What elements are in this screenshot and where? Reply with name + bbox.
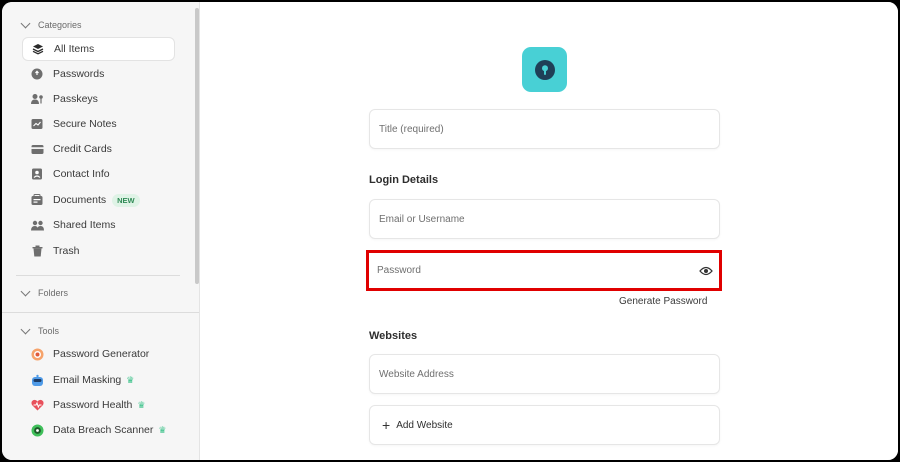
sidebar-item-all-items[interactable]: All Items: [22, 37, 175, 61]
layers-icon: [31, 42, 45, 56]
sidebar-item-label: All Items: [54, 43, 95, 55]
sidebar-item-password-generator[interactable]: Password Generator: [22, 342, 175, 366]
password-icon: [30, 67, 44, 81]
password-input[interactable]: Password: [366, 250, 722, 291]
breach-scanner-icon: [30, 423, 44, 437]
sidebar-divider: [2, 312, 199, 313]
sidebar-item-label: Trash: [53, 245, 80, 257]
shared-icon: [30, 218, 44, 232]
chevron-down-icon: [20, 18, 31, 29]
sidebar-item-label: Documents: [53, 194, 107, 206]
login-details-heading: Login Details: [369, 174, 439, 186]
sidebar-item-trash[interactable]: Trash: [22, 239, 175, 263]
sidebar: Categories All Items Passwords Passkeys: [2, 2, 200, 460]
sidebar-item-email-masking[interactable]: Email Masking ♛: [22, 368, 175, 392]
sidebar-item-credit-cards[interactable]: Credit Cards: [22, 137, 175, 161]
title-input[interactable]: Title (required): [369, 109, 720, 149]
sidebar-item-passwords[interactable]: Passwords: [22, 62, 175, 86]
crown-icon: ♛: [137, 399, 146, 410]
sidebar-divider: [16, 275, 180, 276]
sidebar-item-label: Passwords: [53, 68, 105, 80]
folders-header[interactable]: Folders: [20, 286, 68, 298]
sidebar-item-contact-info[interactable]: Contact Info: [22, 162, 175, 186]
sidebar-item-passkeys[interactable]: Passkeys: [22, 87, 175, 111]
sidebar-scrollbar[interactable]: [195, 8, 199, 284]
sidebar-item-label: Data Breach Scanner: [53, 424, 154, 436]
email-masking-icon: [30, 373, 44, 387]
item-editor: Title (required) Login Details Email or …: [200, 2, 898, 460]
sidebar-item-label: Password Generator: [53, 348, 150, 360]
contact-icon: [30, 167, 44, 181]
sidebar-item-label: Password Health: [53, 399, 133, 411]
password-health-icon: [30, 398, 44, 412]
crown-icon: ♛: [126, 374, 135, 385]
password-generator-icon: [30, 347, 44, 361]
eye-icon[interactable]: [699, 263, 713, 281]
website-placeholder: Website Address: [379, 368, 454, 380]
add-website-button[interactable]: + Add Website: [369, 405, 720, 445]
new-badge: NEW: [112, 193, 140, 207]
note-icon: [30, 117, 44, 131]
document-icon: [30, 193, 44, 207]
title-placeholder: Title (required): [379, 123, 444, 135]
app-window: Categories All Items Passwords Passkeys: [2, 2, 898, 460]
email-placeholder: Email or Username: [379, 213, 465, 225]
chevron-down-icon: [20, 286, 31, 297]
generate-password-button[interactable]: Generate Password: [619, 296, 707, 307]
sidebar-item-password-health[interactable]: Password Health ♛: [22, 393, 175, 417]
website-address-input[interactable]: Website Address: [369, 354, 720, 394]
sidebar-item-label: Email Masking: [53, 374, 122, 386]
sidebar-item-shared-items[interactable]: Shared Items: [22, 213, 175, 237]
email-username-input[interactable]: Email or Username: [369, 199, 720, 239]
item-type-icon: [522, 47, 567, 92]
sidebar-item-label: Passkeys: [53, 93, 98, 105]
sidebar-item-label: Credit Cards: [53, 143, 112, 155]
sidebar-item-secure-notes[interactable]: Secure Notes: [22, 112, 175, 136]
chevron-down-icon: [20, 324, 31, 335]
credit-card-icon: [30, 142, 44, 156]
plus-icon: +: [382, 417, 391, 433]
sidebar-item-label: Secure Notes: [53, 118, 117, 130]
categories-header[interactable]: Categories: [20, 18, 82, 30]
sidebar-item-documents[interactable]: Documents NEW: [22, 188, 175, 212]
trash-icon: [30, 244, 44, 258]
crown-icon: ♛: [158, 424, 167, 435]
passkey-icon: [30, 92, 44, 106]
add-website-label: Add Website: [396, 419, 453, 431]
tools-header[interactable]: Tools: [20, 324, 59, 336]
websites-heading: Websites: [369, 330, 418, 342]
sidebar-item-data-breach-scanner[interactable]: Data Breach Scanner ♛: [22, 418, 175, 442]
password-placeholder: Password: [377, 265, 421, 276]
sidebar-item-label: Contact Info: [53, 168, 110, 180]
sidebar-item-label: Shared Items: [53, 219, 116, 231]
